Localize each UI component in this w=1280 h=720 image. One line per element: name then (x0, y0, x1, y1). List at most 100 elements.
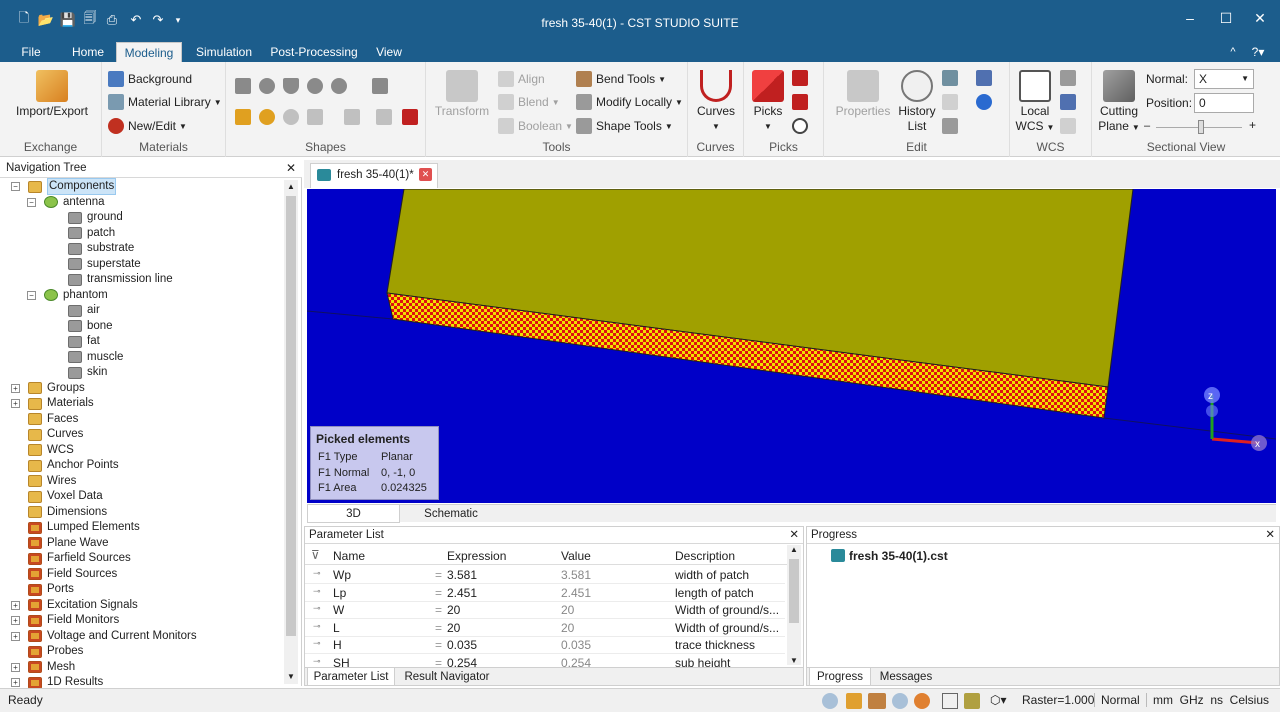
new-edit-button[interactable]: New/Edit ▼ (108, 118, 187, 134)
tab-home[interactable]: Home (62, 42, 114, 62)
table-row[interactable]: ⊸ L = 20 20 Width of ground/s... (305, 620, 785, 637)
tree-item-field-monitors[interactable]: + Field Monitors (11, 613, 119, 628)
close-panel-icon[interactable]: ✕ (286, 161, 296, 175)
frame-icon[interactable] (942, 693, 958, 709)
edit-tools-icon[interactable] (976, 70, 992, 86)
tree-item-excitation-signals[interactable]: + Excitation Signals (11, 598, 138, 613)
expand-icon[interactable]: + (11, 383, 20, 393)
background-button[interactable]: Background (108, 71, 192, 87)
tab-document[interactable]: fresh 35-40(1)* ✕ (310, 163, 438, 188)
torus-icon[interactable] (307, 78, 323, 94)
collapse-icon[interactable]: − (27, 197, 36, 207)
tree-item-solid[interactable]: substrate (68, 241, 134, 256)
properties-button[interactable]: Properties (832, 70, 894, 119)
tree-item-field-sources[interactable]: Field Sources (28, 567, 117, 582)
clear-picks-icon[interactable] (792, 118, 808, 134)
table-row[interactable]: ⊸ Lp = 2.451 2.451 length of patch (305, 585, 785, 602)
tree-item-faces[interactable]: Faces (28, 412, 78, 427)
info-icon[interactable] (976, 94, 992, 110)
tab-schematic[interactable]: Schematic (403, 505, 499, 523)
transform-wcs-icon[interactable] (1060, 94, 1076, 110)
material-library-button[interactable]: Material Library ▼ (108, 94, 222, 110)
boolean-button[interactable]: Boolean ▼ (498, 118, 573, 134)
normal-select[interactable]: X ▼ (1194, 69, 1254, 89)
blend-button[interactable]: Blend ▼ (498, 94, 560, 110)
tab-simulation[interactable]: Simulation (188, 42, 260, 62)
tree-item-lumped-elements[interactable]: Lumped Elements (28, 520, 140, 535)
column-value[interactable]: Value (561, 549, 591, 563)
collapse-icon[interactable]: − (11, 182, 20, 191)
reset-view-icon[interactable] (914, 693, 930, 709)
expand-icon[interactable]: + (11, 616, 20, 625)
zoom-icon[interactable] (822, 693, 838, 709)
table-row[interactable]: ⊸ W = 20 20 Width of ground/s... (305, 602, 785, 619)
expand-icon[interactable]: + (11, 662, 20, 672)
curves-button[interactable]: Curves ▼ (692, 70, 740, 134)
cutting-plane-button[interactable]: Cutting Plane ▼ (1096, 70, 1142, 135)
formula-icon[interactable] (942, 118, 958, 134)
table-row[interactable]: ⊸ SH = 0.254 0.254 sub height (305, 655, 785, 668)
tree-item-anchor-points[interactable]: Anchor Points (28, 458, 119, 473)
status-units[interactable]: mm GHz ns Celsius (1146, 693, 1269, 707)
column-description[interactable]: Description (675, 549, 735, 563)
tab-post-processing[interactable]: Post-Processing (266, 42, 362, 62)
tree-item-antenna[interactable]: − antenna (27, 195, 105, 210)
status-mode[interactable]: Normal (1094, 693, 1140, 707)
tree-item-probes[interactable]: Probes (28, 644, 83, 659)
thicken-icon[interactable] (344, 109, 360, 125)
tree-item-components[interactable]: − Components (11, 178, 117, 195)
tree-item-solid[interactable]: bone (68, 319, 113, 334)
tab-result-navigator[interactable]: Result Navigator (399, 668, 495, 686)
tree-item-wcs[interactable]: WCS (28, 443, 74, 458)
view-options-icon[interactable]: ⬡▾ (990, 693, 1016, 709)
tree-item-curves[interactable]: Curves (28, 427, 83, 442)
tree-item-solid[interactable]: muscle (68, 350, 123, 365)
align-button[interactable]: Align (498, 71, 545, 87)
history-list-button[interactable]: History List (894, 70, 940, 134)
rotate-view-icon[interactable] (868, 693, 886, 709)
tree-item-plane-wave[interactable]: Plane Wave (28, 536, 109, 551)
zoom-fit-icon[interactable] (892, 693, 908, 709)
help-icon[interactable]: ?▾ (1246, 42, 1270, 62)
tree-item-solid[interactable]: skin (68, 365, 107, 380)
pick-face-icon[interactable] (792, 94, 808, 110)
tree-item-voxel-data[interactable]: Voxel Data (28, 489, 103, 504)
brick-icon[interactable] (235, 78, 251, 94)
expand-icon[interactable]: + (11, 399, 20, 408)
scroll-up-icon[interactable]: ▲ (284, 180, 298, 194)
cylinder-icon[interactable] (331, 78, 347, 94)
tree-item-solid[interactable]: fat (68, 334, 100, 349)
table-row[interactable]: ⊸ Wp = 3.581 3.581 width of patch (305, 567, 785, 584)
picks-button[interactable]: Picks ▼ (748, 70, 788, 134)
tree-item-solid[interactable]: patch (68, 226, 115, 241)
tree-item-farfield-sources[interactable]: Farfield Sources (28, 551, 131, 566)
model-canvas[interactable]: z x (307, 189, 1276, 503)
rotate-face-icon[interactable] (259, 109, 275, 125)
filter-icon[interactable]: ⊽ (311, 548, 320, 562)
calculator-icon[interactable] (942, 70, 958, 86)
tree-item-voltage-and-current-monitors[interactable]: + Voltage and Current Monitors (11, 629, 197, 644)
transform-button[interactable]: Transform (432, 70, 492, 119)
local-wcs-button[interactable]: Local WCS ▼ (1014, 70, 1056, 135)
parameter-scrollbar[interactable]: ▲ ▼ (787, 545, 801, 665)
param-scroll-up-icon[interactable]: ▲ (787, 545, 801, 554)
sweep-icon[interactable] (307, 109, 323, 125)
close-progress-icon[interactable]: ✕ (1265, 527, 1275, 543)
tab-view[interactable]: View (368, 42, 410, 62)
import-export-button[interactable]: Import/Export (10, 70, 94, 119)
tree-item-mesh[interactable]: + Mesh (11, 660, 75, 675)
loft-icon[interactable] (283, 109, 299, 125)
tree-item-dimensions[interactable]: Dimensions (28, 505, 107, 520)
extrude-face-icon[interactable] (235, 109, 251, 125)
tree-scrollbar[interactable]: ▲ ▼ (284, 180, 298, 684)
expand-icon[interactable]: + (11, 631, 20, 641)
tab-modeling[interactable]: Modeling (116, 42, 182, 63)
wire-icon[interactable] (376, 109, 392, 125)
collapse-icon[interactable]: − (27, 290, 36, 300)
tab-progress[interactable]: Progress (809, 668, 871, 686)
close-tab-icon[interactable]: ✕ (419, 168, 432, 181)
edit-view-icon[interactable] (964, 693, 980, 709)
table-row[interactable]: ⊸ H = 0.035 0.035 trace thickness (305, 637, 785, 654)
edit-disabled-icon[interactable] (942, 94, 958, 110)
scroll-thumb[interactable] (286, 196, 296, 636)
